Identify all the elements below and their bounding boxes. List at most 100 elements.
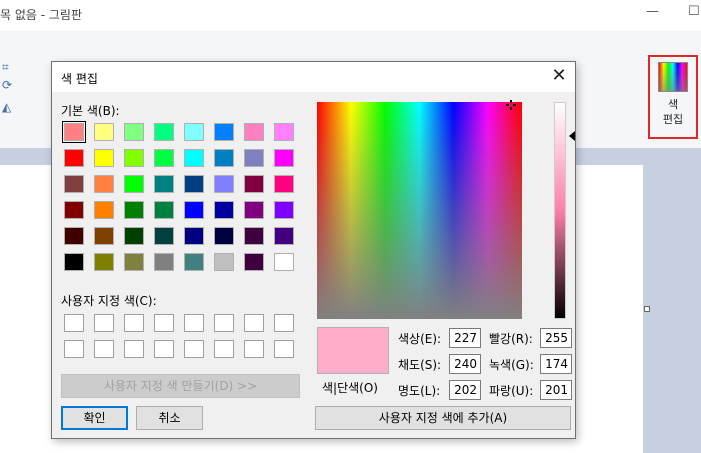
luminance-arrow-icon[interactable] (569, 131, 575, 141)
basic-color-swatch[interactable] (184, 175, 204, 193)
basic-color-swatch[interactable] (274, 201, 294, 219)
shapes-icon[interactable]: ◭ (2, 100, 11, 114)
basic-color-swatch[interactable] (274, 227, 294, 245)
edit-colors-dialog: 색 편집 ✕ 기본 색(B): 사용자 지정 색(C): 사용자 지정 색 만들… (51, 61, 576, 439)
basic-color-swatch[interactable] (244, 253, 264, 271)
edit-colors-button[interactable]: 색 편집 (648, 55, 698, 139)
color-spectrum[interactable] (317, 102, 522, 319)
basic-color-swatch[interactable] (154, 253, 174, 271)
basic-color-swatch[interactable] (94, 201, 114, 219)
custom-color-swatch[interactable] (94, 314, 114, 332)
cancel-button[interactable]: 취소 (136, 406, 203, 430)
basic-color-swatch[interactable] (274, 175, 294, 193)
basic-color-swatch[interactable] (94, 149, 114, 167)
basic-color-swatch[interactable] (64, 175, 84, 193)
lum-label: 명도(L): (398, 384, 441, 398)
basic-color-swatch[interactable] (64, 201, 84, 219)
basic-color-swatch[interactable] (94, 227, 114, 245)
red-label: 빨강(R): (489, 332, 533, 346)
basic-colors-label: 기본 색(B): (61, 104, 120, 118)
basic-color-swatch[interactable] (184, 123, 204, 141)
basic-color-swatch[interactable] (274, 123, 294, 141)
basic-color-swatch[interactable] (214, 175, 234, 193)
define-custom-colors-button[interactable]: 사용자 지정 색 만들기(D) >> (61, 374, 300, 398)
dialog-title: 색 편집 (61, 72, 98, 86)
custom-color-swatch[interactable] (214, 340, 234, 358)
custom-color-swatch[interactable] (274, 314, 294, 332)
basic-color-swatch[interactable] (244, 201, 264, 219)
basic-color-swatch[interactable] (214, 123, 234, 141)
custom-colors-label: 사용자 지정 색(C): (61, 294, 157, 308)
hue-label: 색상(E): (398, 332, 442, 346)
basic-color-swatch[interactable] (244, 123, 264, 141)
custom-color-swatch[interactable] (94, 340, 114, 358)
basic-color-swatch[interactable] (274, 149, 294, 167)
basic-color-swatch[interactable] (184, 201, 204, 219)
custom-color-swatch[interactable] (244, 340, 264, 358)
basic-color-swatch[interactable] (154, 201, 174, 219)
lum-field[interactable]: 202 (449, 380, 481, 400)
basic-color-swatch[interactable] (184, 227, 204, 245)
custom-color-swatch[interactable] (214, 314, 234, 332)
paint-titlebar: 목 없음 - 그림판 — ☐ (0, 0, 701, 30)
minimize-button[interactable]: — (646, 4, 659, 19)
basic-color-swatch[interactable] (274, 253, 294, 271)
custom-color-swatch[interactable] (184, 314, 204, 332)
basic-color-swatch[interactable] (124, 201, 144, 219)
spectrum-crosshair[interactable] (506, 100, 516, 110)
basic-color-swatch[interactable] (94, 175, 114, 193)
basic-color-swatch[interactable] (214, 149, 234, 167)
hue-field[interactable]: 227 (449, 328, 481, 348)
color-preview (317, 327, 389, 374)
basic-color-swatch[interactable] (64, 227, 84, 245)
custom-color-swatch[interactable] (274, 340, 294, 358)
rotate-icon[interactable]: ⟳ (2, 78, 12, 92)
blue-field[interactable]: 201 (540, 380, 572, 400)
basic-color-swatch[interactable] (184, 253, 204, 271)
basic-color-swatch[interactable] (64, 253, 84, 271)
dialog-titlebar: 색 편집 ✕ (52, 62, 575, 92)
close-icon[interactable]: ✕ (547, 65, 571, 87)
edit-colors-label: 색 편집 (662, 98, 684, 126)
basic-color-swatch[interactable] (124, 227, 144, 245)
basic-color-swatch[interactable] (154, 123, 174, 141)
green-label: 녹색(G): (489, 358, 534, 372)
basic-color-swatch[interactable] (124, 253, 144, 271)
color-spectrum-icon (658, 62, 688, 92)
add-to-custom-colors-button[interactable]: 사용자 지정 색에 추가(A) (315, 406, 571, 430)
basic-color-swatch[interactable] (62, 121, 86, 143)
canvas-resize-handle[interactable] (644, 306, 650, 312)
basic-color-swatch[interactable] (124, 123, 144, 141)
basic-color-swatch[interactable] (244, 175, 264, 193)
basic-color-swatch[interactable] (154, 227, 174, 245)
maximize-button[interactable]: ☐ (688, 4, 700, 19)
custom-color-swatch[interactable] (184, 340, 204, 358)
custom-color-swatch[interactable] (154, 340, 174, 358)
basic-color-swatch[interactable] (124, 149, 144, 167)
basic-color-swatch[interactable] (94, 253, 114, 271)
ok-button[interactable]: 확인 (61, 406, 128, 430)
red-field[interactable]: 255 (540, 328, 572, 348)
luminance-slider[interactable] (554, 102, 566, 319)
basic-color-swatch[interactable] (154, 175, 174, 193)
select-icon[interactable]: ⌗ (2, 60, 9, 75)
custom-color-swatch[interactable] (154, 314, 174, 332)
sat-field[interactable]: 240 (449, 354, 481, 374)
custom-color-swatch[interactable] (64, 340, 84, 358)
custom-color-swatch[interactable] (64, 314, 84, 332)
basic-color-swatch[interactable] (244, 149, 264, 167)
sat-label: 채도(S): (398, 358, 442, 372)
custom-color-swatch[interactable] (244, 314, 264, 332)
basic-color-swatch[interactable] (124, 175, 144, 193)
basic-color-swatch[interactable] (154, 149, 174, 167)
basic-color-swatch[interactable] (94, 123, 114, 141)
custom-color-swatch[interactable] (124, 340, 144, 358)
basic-color-swatch[interactable] (184, 149, 204, 167)
basic-color-swatch[interactable] (214, 227, 234, 245)
basic-color-swatch[interactable] (214, 253, 234, 271)
green-field[interactable]: 174 (540, 354, 572, 374)
basic-color-swatch[interactable] (64, 149, 84, 167)
basic-color-swatch[interactable] (214, 201, 234, 219)
basic-color-swatch[interactable] (244, 227, 264, 245)
custom-color-swatch[interactable] (124, 314, 144, 332)
